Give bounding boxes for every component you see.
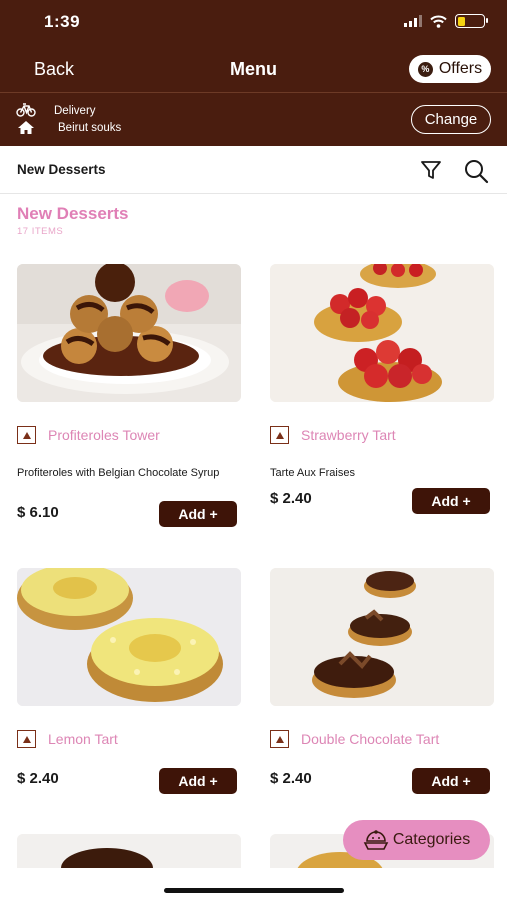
offers-button[interactable]: % Offers [409,55,491,83]
product-price: $ 2.40 [270,490,312,507]
product-price: $ 2.40 [17,770,59,787]
product-price: $ 2.40 [270,770,312,787]
category-bar: New Desserts [0,146,507,194]
filter-icon[interactable] [419,158,443,182]
change-location-button[interactable]: Change [411,105,491,134]
signal-icon [404,15,422,27]
home-indicator[interactable] [164,888,344,893]
veg-indicator-icon [17,426,36,444]
add-button[interactable]: Add + [159,768,237,794]
product-name-row[interactable]: Double Chocolate Tart [270,730,439,748]
product-image-partial[interactable] [17,834,241,868]
offers-label: Offers [438,60,483,77]
categories-icon [363,830,389,850]
search-icon[interactable] [463,158,489,184]
product-name: Lemon Tart [48,731,118,747]
product-name-row[interactable]: Profiteroles Tower [17,426,160,444]
product-name-row[interactable]: Lemon Tart [17,730,118,748]
delivery-bar: Delivery Beirut souks Change [0,92,507,146]
wifi-icon [430,15,447,28]
product-name: Profiteroles Tower [48,427,160,443]
home-icon [18,121,34,134]
nav-bar: Back Menu % Offers [0,46,507,92]
add-button[interactable]: Add + [412,768,490,794]
add-button[interactable]: Add + [412,488,490,514]
delivery-location: Beirut souks [58,122,122,134]
section-title: New Desserts [17,204,129,223]
delivery-mode: Delivery [54,105,96,117]
categories-label: Categories [392,831,471,848]
product-price: $ 6.10 [17,504,59,521]
product-image-strawberry-tart[interactable] [270,264,494,402]
product-image-profiteroles[interactable] [17,264,241,402]
category-name[interactable]: New Desserts [17,162,106,177]
status-time: 1:39 [44,12,81,31]
battery-icon [455,14,488,28]
product-name: Double Chocolate Tart [301,731,440,747]
product-name-row[interactable]: Strawberry Tart [270,426,396,444]
product-description: Tarte Aux Fraises [270,467,355,479]
product-name: Strawberry Tart [301,427,396,443]
product-image-double-chocolate-tart[interactable] [270,568,494,706]
veg-indicator-icon [270,426,289,444]
status-bar: 1:39 [0,0,507,46]
offers-badge-icon: % [417,61,433,77]
add-button[interactable]: Add + [159,501,237,527]
product-image-lemon-tart[interactable] [17,568,241,706]
categories-button[interactable]: Categories [343,820,490,860]
product-description: Profiteroles with Belgian Chocolate Syru… [17,467,220,479]
status-icons [404,14,488,28]
bike-icon [16,103,36,117]
veg-indicator-icon [270,730,289,748]
veg-indicator-icon [17,730,36,748]
section-item-count: 17 ITEMS [17,226,64,237]
